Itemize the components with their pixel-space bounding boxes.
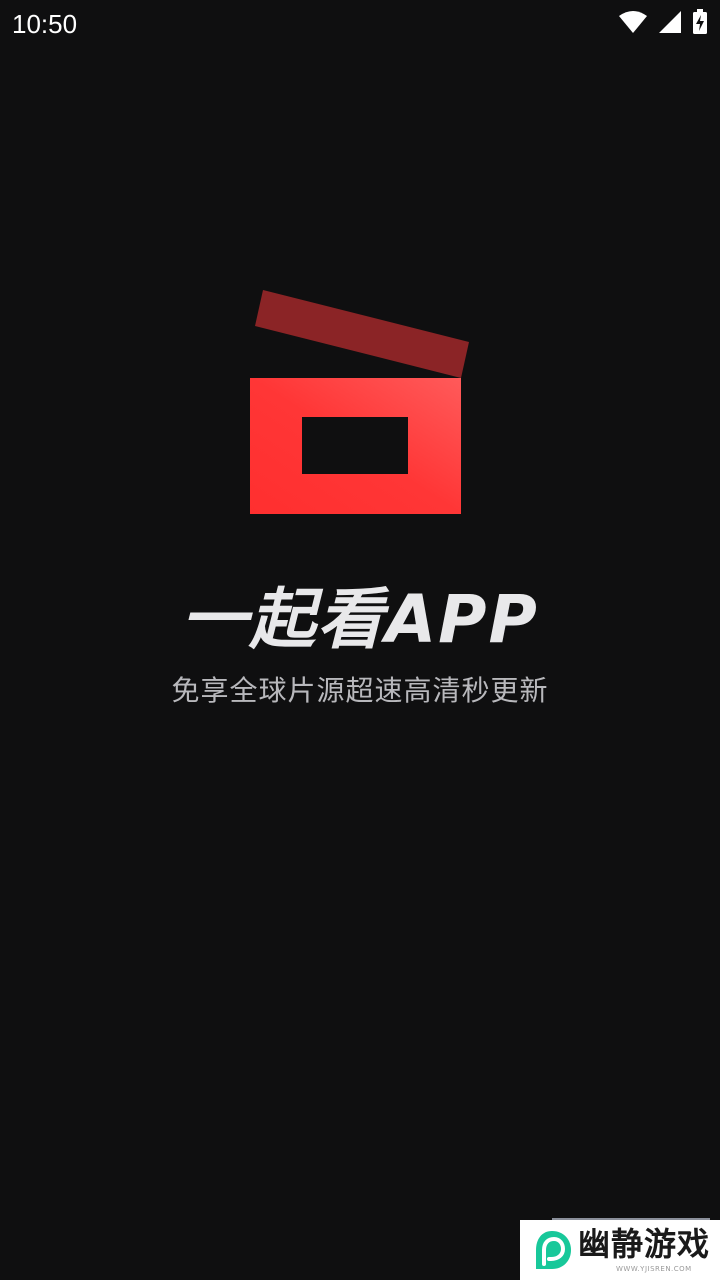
app-title: 一起看APP (181, 581, 539, 658)
app-subtitle: 免享全球片源超速高清秒更新 (171, 674, 549, 707)
wifi-icon (618, 10, 648, 38)
status-bar: 10:50 (0, 0, 720, 48)
clapperboard-icon (246, 286, 476, 518)
splash-screen: 10:50 一起看APP 免享全球片源超速高清秒更新 幽静游戏 WWW.YJIS… (0, 0, 720, 1280)
watermark-text: 幽静游戏 (578, 1225, 711, 1263)
status-icons (618, 9, 708, 39)
status-time: 10:50 (12, 9, 78, 39)
watermark-badge: 幽静游戏 WWW.YJISREN.COM (520, 1220, 720, 1280)
leaf-logo-icon (530, 1228, 574, 1272)
cell-signal-icon (658, 10, 682, 38)
battery-charging-icon (692, 9, 708, 39)
watermark-url: WWW.YJISREN.COM (616, 1265, 692, 1273)
